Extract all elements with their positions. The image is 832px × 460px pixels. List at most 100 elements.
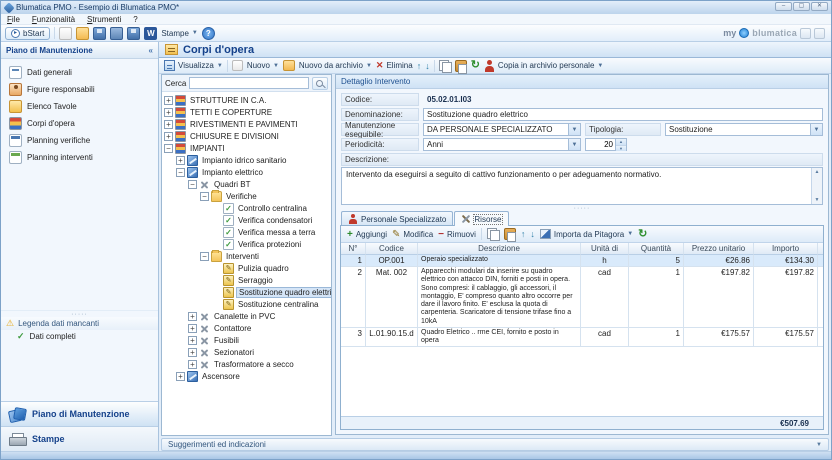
tab-personale-specializzato[interactable]: Personale Specializzato — [341, 211, 454, 226]
periodicita-value-stepper[interactable]: 20 ▲ ▼ — [585, 138, 627, 151]
column-header[interactable]: Unità di misura — [581, 243, 629, 255]
tree-node[interactable]: Verifica condensatori — [162, 214, 331, 226]
tree-node[interactable]: Sostituzione quadro elettrico — [162, 286, 331, 298]
move-down-icon[interactable]: ↓ — [425, 61, 430, 71]
tree-node[interactable]: + STRUTTURE IN C.A. — [162, 94, 331, 106]
column-header[interactable]: Descrizione — [418, 243, 581, 255]
copy-icon[interactable] — [438, 59, 452, 73]
bstart-button[interactable]: ▸ bStart — [5, 26, 51, 40]
tree-node[interactable]: − Interventi — [162, 249, 331, 262]
search-icon[interactable] — [312, 76, 328, 90]
visualizza-button[interactable]: Visualizza ▼ — [164, 60, 223, 71]
column-header[interactable]: Quantità — [629, 243, 684, 255]
modifica-button[interactable]: ✎ Modifica — [392, 229, 433, 240]
stampe-button[interactable]: Stampe ▼ — [161, 29, 198, 38]
open-folder-icon[interactable] — [76, 26, 90, 40]
new-document-icon[interactable] — [59, 26, 73, 40]
sidebar-item-figure-responsabili[interactable]: Figure responsabili — [1, 81, 158, 98]
textarea-scrollbar[interactable]: ▲ ▼ — [811, 168, 822, 204]
scroll-down-icon[interactable]: ▼ — [812, 196, 822, 204]
sidebar-item-dati-generali[interactable]: Dati generali — [1, 64, 158, 81]
expand-icon[interactable]: + — [164, 95, 173, 105]
denominazione-input[interactable]: Sostituzione quadro elettrico — [423, 108, 823, 121]
refresh-icon[interactable]: ↻ — [471, 60, 480, 71]
tree-node[interactable]: − Quadri BT — [162, 178, 331, 190]
search-input[interactable] — [189, 77, 309, 89]
expand-icon[interactable]: + — [176, 155, 185, 165]
collapse-icon[interactable]: − — [164, 143, 173, 153]
paste-icon[interactable] — [503, 228, 516, 242]
apps-icon[interactable] — [814, 27, 825, 39]
elimina-button[interactable]: ✕ Elimina — [376, 60, 413, 71]
help-icon[interactable]: ? — [201, 26, 215, 40]
tree-node[interactable]: + TETTI E COPERTURE — [162, 106, 331, 118]
expand-icon[interactable]: + — [188, 323, 197, 333]
maximize-button[interactable]: ▢ — [793, 2, 810, 11]
tree-node[interactable]: + Trasformatore a secco — [162, 358, 331, 370]
expand-icon[interactable]: + — [164, 107, 173, 117]
column-header[interactable]: Importo — [754, 243, 818, 255]
move-up-icon[interactable]: ↑ — [417, 61, 422, 71]
tree-node[interactable]: − Impianto elettrico — [162, 166, 331, 178]
importa-pitagora-button[interactable]: Importa da Pitagora ▼ — [539, 229, 633, 239]
table-row[interactable]: 1 OP.001 Operaio specializzato h 5 €26.86 €134… — [341, 255, 823, 267]
menu-file[interactable]: File — [7, 15, 20, 24]
tree-node[interactable]: Controllo centralina — [162, 202, 331, 214]
tipologia-select[interactable]: Sostituzione ▼ — [665, 123, 823, 136]
expand-icon[interactable]: + — [176, 371, 185, 381]
copy-icon[interactable] — [486, 228, 500, 241]
expand-icon[interactable]: + — [164, 119, 173, 129]
tree-node[interactable]: Sostituzione centralina — [162, 298, 331, 310]
chevron-down-icon[interactable]: ▼ — [568, 139, 580, 150]
tree-node[interactable]: − Verifiche — [162, 189, 331, 202]
table-row[interactable]: 3 L.01.90.15.d Quadro Eletrico .. rme CEI,… — [341, 327, 823, 348]
collapse-sidebar-icon[interactable]: « — [149, 46, 153, 55]
menu-strumenti[interactable]: Strumenti — [87, 15, 121, 24]
tree-node[interactable]: Verifica messa a terra — [162, 226, 331, 238]
tree-node[interactable]: − IMPIANTI — [162, 142, 331, 154]
rimuovi-button[interactable]: − Rimuovi — [438, 229, 476, 240]
sidebar-item-planning-interventi[interactable]: Planning interventi — [1, 149, 158, 166]
descrizione-textarea[interactable]: Intervento da eseguirsi a seguito di cat… — [341, 167, 823, 205]
column-header[interactable]: Prezzo unitario — [684, 243, 754, 255]
spin-down-icon[interactable]: ▼ — [616, 144, 626, 151]
tree-node[interactable]: Verifica protezioni — [162, 238, 331, 250]
save-as-icon[interactable] — [110, 26, 124, 40]
tree-node[interactable]: + Impianto idrico sanitario — [162, 154, 331, 166]
table-row[interactable]: 2 Mat. 002 Apparecchi modulari da inserire… — [341, 267, 823, 328]
tree-node[interactable]: + Fusibili — [162, 334, 331, 346]
minimize-button[interactable]: ‒ — [775, 2, 792, 11]
copia-archivio-button[interactable]: Copia in archivio personale ▼ — [484, 59, 603, 72]
suggestions-bar[interactable]: Suggerimenti ed indicazioni ▼ — [161, 438, 829, 451]
sidebar-splitter[interactable]: ····· — [1, 310, 158, 318]
row-down-icon[interactable]: ↓ — [530, 229, 535, 239]
tab-risorse[interactable]: Risorse — [454, 211, 509, 226]
save-icon[interactable] — [93, 26, 107, 40]
refresh-icon[interactable]: ↻ — [638, 228, 647, 240]
tree-node[interactable]: + Sezionatori — [162, 346, 331, 358]
nuovo-button[interactable]: Nuovo ▼ — [247, 61, 279, 70]
aggiungi-button[interactable]: + Aggiungi — [347, 229, 387, 240]
expand-icon[interactable]: + — [188, 311, 197, 321]
tree-node[interactable]: + Contattore — [162, 322, 331, 334]
collapse-icon[interactable]: − — [200, 191, 209, 201]
save-all-icon[interactable] — [127, 26, 141, 40]
sidebar-item-planning-verifiche[interactable]: Planning verifiche — [1, 132, 158, 149]
section-stampe[interactable]: Stampe — [1, 426, 158, 451]
manutenzione-select[interactable]: DA PERSONALE SPECIALIZZATO ▼ — [423, 123, 581, 136]
expand-icon[interactable]: + — [188, 335, 197, 345]
nuovo-da-archivio-button[interactable]: Nuovo da archivio ▼ — [299, 61, 372, 70]
scroll-up-icon[interactable]: ▲ — [812, 168, 822, 176]
section-piano-di-manutenzione[interactable]: Piano di Manutenzione — [1, 401, 158, 426]
expand-icon[interactable]: + — [164, 131, 173, 141]
close-button[interactable]: ✕ — [811, 2, 828, 11]
menu-help[interactable]: ? — [133, 15, 137, 24]
paste-icon[interactable] — [454, 59, 467, 74]
tree-node[interactable]: + Canalette in PVC — [162, 310, 331, 322]
periodicita-select[interactable]: Anni ▼ — [423, 138, 581, 151]
tree-node[interactable]: + CHIUSURE E DIVISIONI — [162, 130, 331, 142]
tree-node[interactable]: Serraggio — [162, 274, 331, 286]
sidebar-item-corpi-dopera[interactable]: Corpi d'opera — [1, 115, 158, 132]
expand-icon[interactable]: + — [188, 347, 197, 357]
column-header[interactable]: N° — [341, 243, 366, 255]
